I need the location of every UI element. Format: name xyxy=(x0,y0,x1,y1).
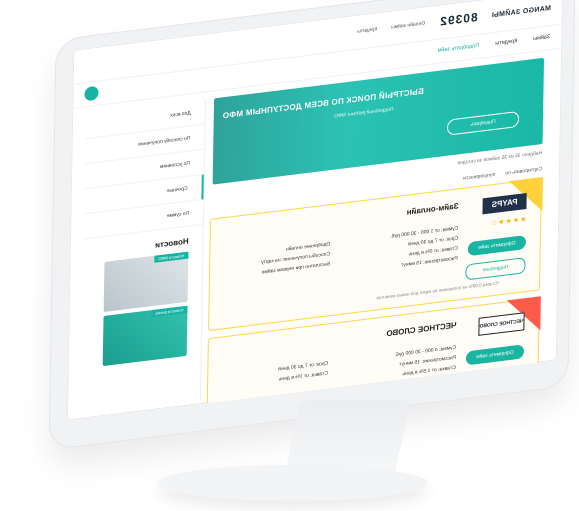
rating-stars: ★★★★☆ xyxy=(489,215,527,228)
monitor-scene: MANGO ЗАЙМЫ 80392 Онлайн займы Кредиты З… xyxy=(0,0,579,511)
nav-item-pick[interactable]: Подобрать займ xyxy=(438,43,480,54)
hero-subtitle: Подробный рейтинг МФО xyxy=(334,106,394,120)
news-tag: Новости МФО xyxy=(154,251,189,263)
monitor-screen: MANGO ЗАЙМЫ 80392 Онлайн займы Кредиты З… xyxy=(66,0,564,421)
more-button[interactable]: Подробнее xyxy=(465,257,526,281)
sidebar: Для всех По способу получения По условия… xyxy=(79,99,207,415)
offer-name[interactable]: ЧЕСТНОЕ СЛОВО xyxy=(386,321,456,339)
offer-note: *Ставка 0,00% на погашение по карте для … xyxy=(376,280,500,301)
site-logo[interactable]: MANGO ЗАЙМЫ xyxy=(492,4,551,18)
sort-label: Сортировать по xyxy=(505,166,543,177)
monitor-stand-base xyxy=(158,465,428,501)
offer-details: Сумма: от 1 000 - 30 000 руб. Срок: от 7… xyxy=(390,223,459,271)
header-link-1[interactable]: Онлайн займы xyxy=(391,20,425,30)
news-thumbnail[interactable]: Новости МФО xyxy=(103,251,189,313)
hero-title: БЫСТРЫЙ ПОИСК ПО ВСЕМ ДОСТУПНЫМ МФО xyxy=(222,86,424,121)
offer-features: Срок: от 7 до 30 дней Ставка: от 1% в де… xyxy=(218,358,328,392)
offer-name[interactable]: Займ-онлайн xyxy=(407,201,459,216)
nav-item-credits[interactable]: Кредиты xyxy=(495,38,517,47)
sort-value[interactable]: популярности xyxy=(463,172,495,182)
mirrored-page: MANGO ЗАЙМЫ 80392 Онлайн займы Кредиты З… xyxy=(67,0,564,421)
menu-icon[interactable] xyxy=(84,85,99,102)
nav-item-loans[interactable]: Займы xyxy=(533,34,550,42)
phone-number[interactable]: 80392 xyxy=(439,10,478,29)
offer-features: Одобрение онлайн Способы получения: на к… xyxy=(220,239,331,283)
get-loan-button[interactable]: Оформить займ xyxy=(467,235,526,257)
news-tag: Новости рынка xyxy=(151,305,188,318)
news-thumbnail[interactable]: Новости рынка xyxy=(102,305,188,367)
get-loan-button[interactable]: Оформить займ xyxy=(465,344,525,366)
hero-button[interactable]: Подобрать xyxy=(446,110,520,136)
header-link-2[interactable]: Кредиты xyxy=(357,26,377,34)
